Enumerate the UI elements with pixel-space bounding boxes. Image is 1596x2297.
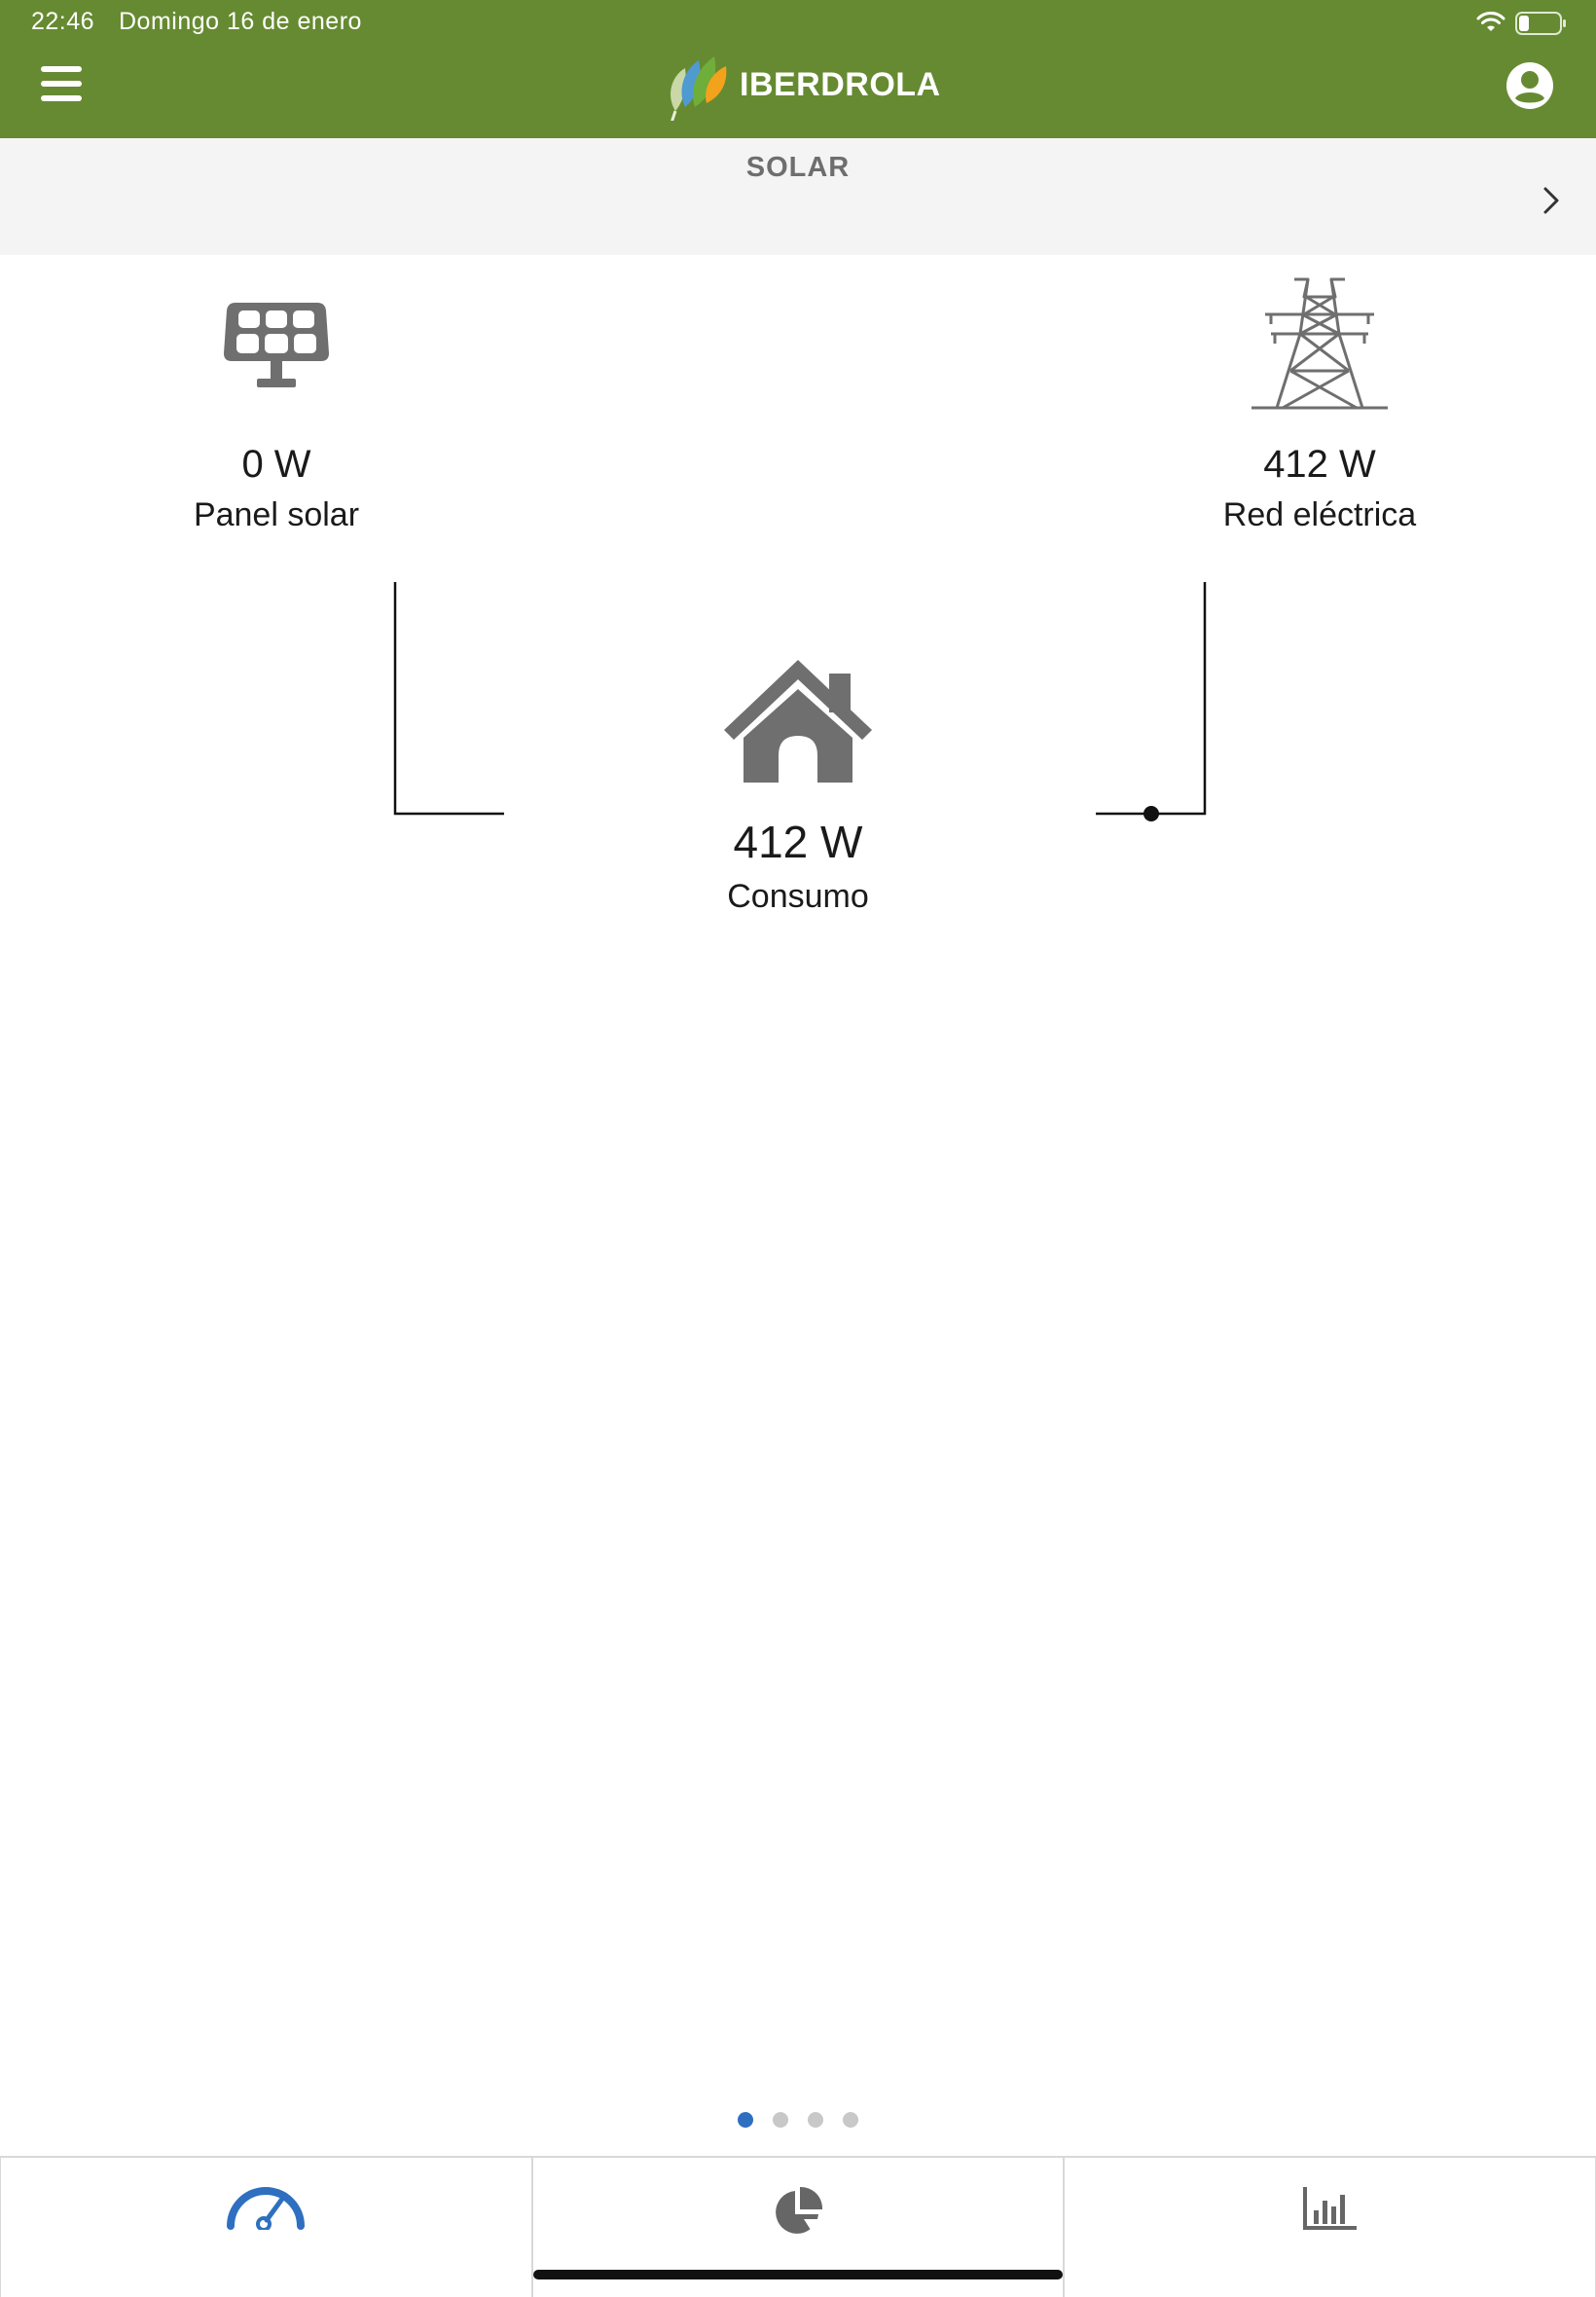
page-indicator bbox=[0, 2112, 1596, 2132]
flow-dot bbox=[1143, 806, 1159, 821]
grid-label: Red eléctrica bbox=[1222, 496, 1417, 533]
page-dot-4[interactable] bbox=[843, 2112, 858, 2128]
battery-icon bbox=[1515, 12, 1566, 35]
logo-text: IBERDROLA bbox=[740, 66, 941, 103]
chevron-right-icon[interactable] bbox=[1534, 181, 1569, 220]
power-tower-icon bbox=[1251, 277, 1388, 410]
gauge-icon bbox=[227, 2187, 306, 2230]
section-title: SOLAR bbox=[745, 152, 851, 183]
status-time: 22:46 bbox=[31, 8, 95, 35]
menu-button[interactable] bbox=[39, 64, 86, 105]
page-dot-2[interactable] bbox=[773, 2112, 788, 2128]
iberdrola-logo: IBERDROLA bbox=[662, 53, 940, 123]
solar-node: 0 W Panel solar bbox=[159, 443, 394, 534]
consumption-value: 412 W bbox=[733, 817, 863, 867]
app-screen: 22:46 Domingo 16 de enero IBERDROLA SOLA… bbox=[0, 0, 1596, 2297]
tab-realtime[interactable] bbox=[0, 2158, 532, 2297]
house-icon bbox=[724, 660, 872, 783]
leaves-logo-icon bbox=[671, 56, 727, 121]
grid-connector-line bbox=[1096, 582, 1207, 816]
tab-history[interactable] bbox=[1064, 2158, 1596, 2297]
home-indicator[interactable] bbox=[533, 2270, 1063, 2279]
consumption-label: Consumo bbox=[727, 878, 869, 915]
solar-connector-line bbox=[393, 582, 504, 816]
app-header: 22:46 Domingo 16 de enero IBERDROLA bbox=[0, 0, 1596, 138]
wifi-icon bbox=[1476, 12, 1505, 31]
page-dot-1[interactable] bbox=[738, 2112, 753, 2128]
bar-chart-icon bbox=[1302, 2187, 1357, 2230]
status-date: Domingo 16 de enero bbox=[119, 8, 362, 35]
page-dot-3[interactable] bbox=[808, 2112, 823, 2128]
section-header: SOLAR bbox=[0, 138, 1596, 255]
grid-value: 412 W bbox=[1263, 443, 1376, 486]
grid-node: 412 W Red eléctrica bbox=[1203, 443, 1436, 534]
pie-chart-icon bbox=[776, 2186, 823, 2234]
user-icon[interactable] bbox=[1505, 60, 1555, 111]
hamburger-menu-icon bbox=[41, 66, 82, 72]
consumption-node: 412 W Consumo bbox=[681, 816, 915, 916]
solar-panel-icon bbox=[224, 303, 329, 387]
solar-value: 0 W bbox=[241, 443, 311, 486]
solar-label: Panel solar bbox=[193, 496, 360, 533]
